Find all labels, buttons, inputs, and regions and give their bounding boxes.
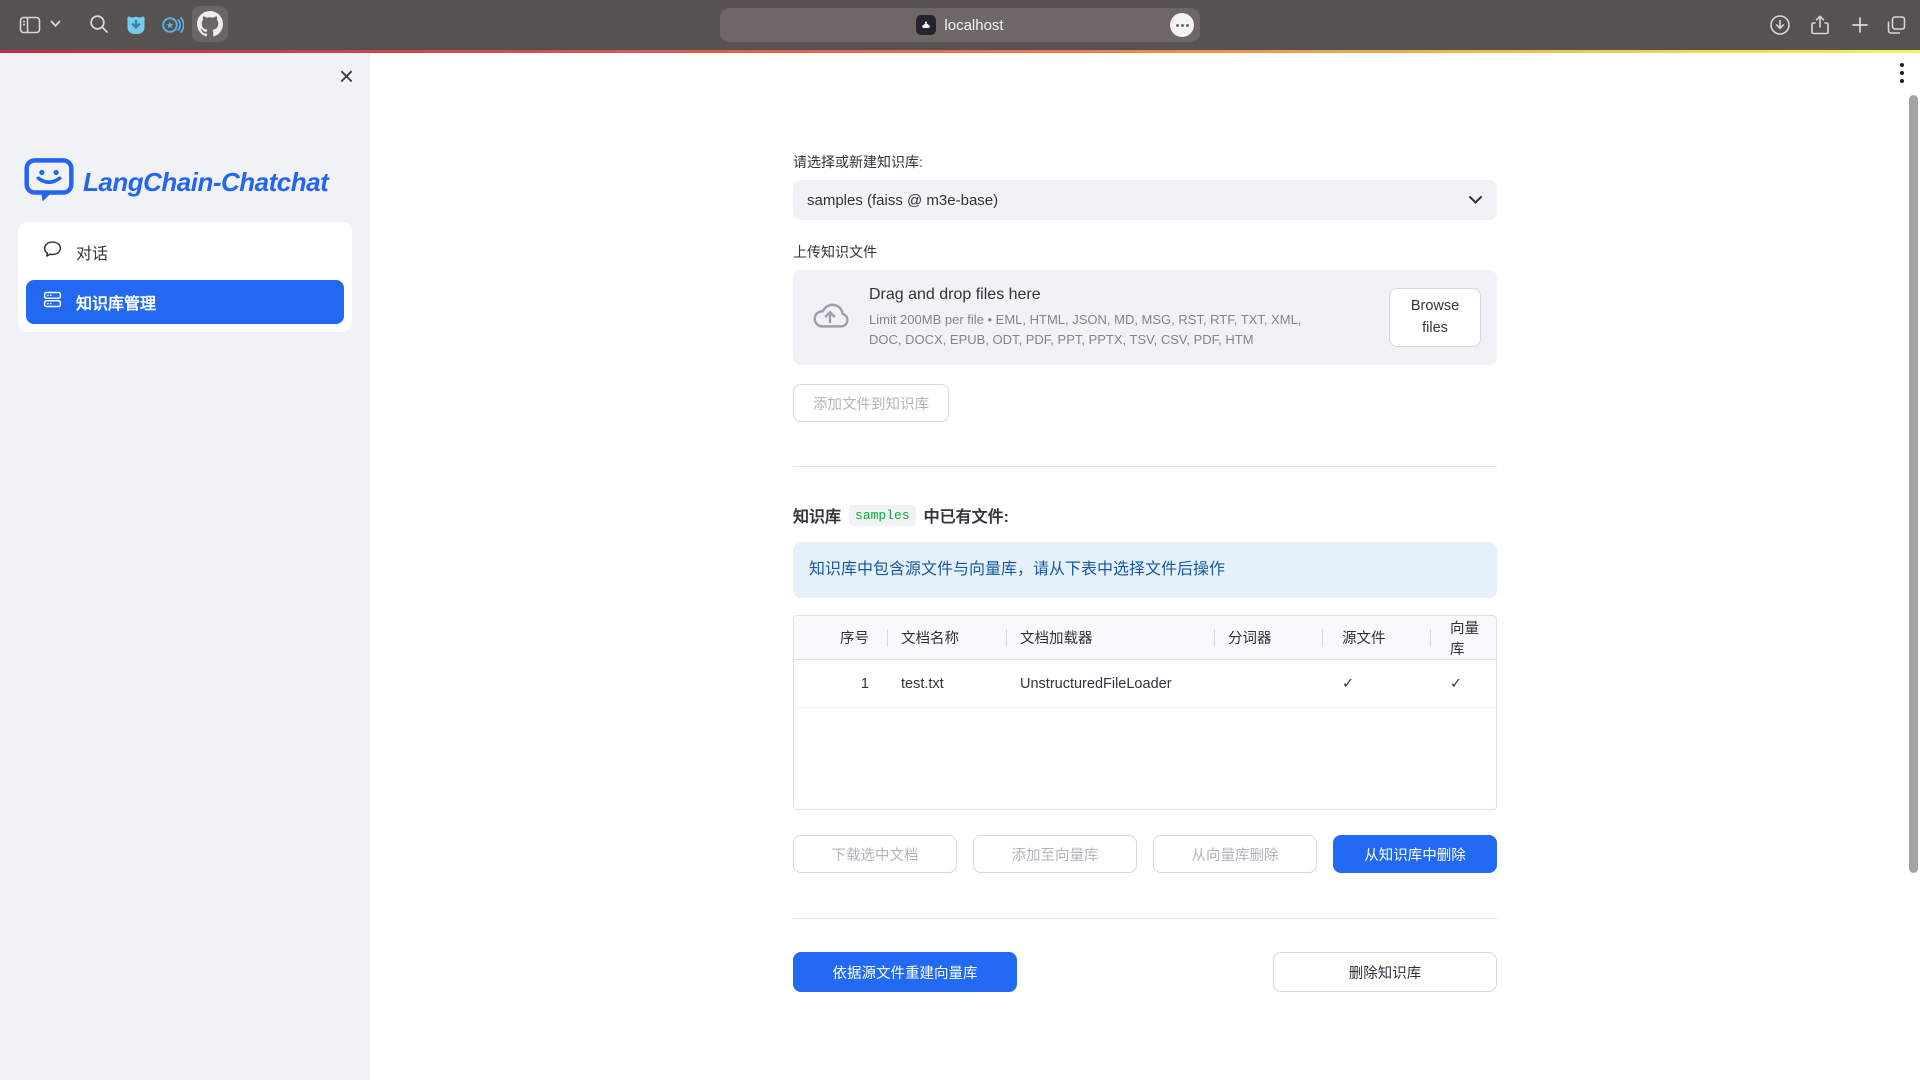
- table-header[interactable]: 源文件: [1322, 616, 1430, 659]
- cell-vector-check: ✓: [1430, 676, 1496, 692]
- cell-doc-name: test.txt: [887, 676, 1006, 692]
- sidebar-item-label: 知识库管理: [76, 290, 156, 314]
- table-header[interactable]: 向量库: [1430, 616, 1496, 659]
- table-header[interactable]: 文档加载器: [1006, 616, 1214, 659]
- chat-bubble-icon: [42, 239, 63, 265]
- address-url: localhost: [944, 17, 1003, 34]
- extension-github-chip[interactable]: [192, 6, 228, 42]
- upload-label: 上传知识文件: [793, 242, 1497, 262]
- page-options-icon[interactable]: [1170, 13, 1194, 37]
- search-icon[interactable]: [88, 13, 110, 35]
- github-icon: [197, 11, 223, 37]
- address-bar[interactable]: localhost: [720, 8, 1200, 42]
- add-files-to-kb-button[interactable]: 添加文件到知识库: [793, 384, 949, 422]
- delete-from-kb-button[interactable]: 从知识库中删除: [1333, 835, 1497, 873]
- main-content: 请选择或新建知识库: samples (faiss @ m3e-base) 上传…: [370, 53, 1920, 1080]
- download-selected-button[interactable]: 下载选中文档: [793, 835, 957, 873]
- app-logo: LangChain-Chatchat: [24, 157, 328, 208]
- logo-text: LangChain-Chatchat: [83, 167, 328, 198]
- site-favicon: [916, 15, 936, 35]
- cell-source-check: ✓: [1322, 676, 1430, 692]
- table-header-row: 序号 文档名称 文档加载器 分词器 源文件 向量库: [794, 616, 1496, 660]
- chevron-down-icon: [1468, 192, 1483, 209]
- delete-kb-button[interactable]: 删除知识库: [1273, 952, 1497, 992]
- extension-star-icon[interactable]: [160, 13, 184, 37]
- extension-cat-icon[interactable]: [124, 13, 148, 37]
- logo-chat-bubble-icon: [24, 157, 74, 208]
- kb-heading-prefix: 知识库: [793, 503, 841, 527]
- browser-toolbar: localhost: [0, 0, 1920, 50]
- rebuild-vector-store-button[interactable]: 依据源文件重建向量库: [793, 952, 1017, 992]
- kb-select-label: 请选择或新建知识库:: [793, 152, 1497, 172]
- dropzone-limit-text: Limit 200MB per file • EML, HTML, JSON, …: [869, 310, 1314, 349]
- database-icon: [42, 289, 63, 315]
- sidebar-nav: 对话 知识库管理: [18, 222, 352, 332]
- info-alert: 知识库中包含源文件与向量库，请从下表中选择文件后操作: [793, 542, 1497, 598]
- downloads-icon[interactable]: [1768, 13, 1792, 37]
- cloud-upload-icon: [809, 294, 851, 341]
- remove-from-vector-store-button[interactable]: 从向量库删除: [1153, 835, 1317, 873]
- table-header[interactable]: 序号: [794, 616, 887, 659]
- sidebar-chevron-icon[interactable]: [50, 20, 61, 28]
- kb-name-code: samples: [849, 505, 916, 526]
- sidebar-toggle-icon[interactable]: [18, 13, 42, 37]
- kb-files-table[interactable]: 序号 文档名称 文档加载器 分词器 源文件 向量库 1 test.txt Uns…: [793, 615, 1497, 810]
- dropzone-title: Drag and drop files here: [869, 286, 1361, 304]
- sidebar: × LangChain-Chatchat 对话: [0, 53, 370, 1080]
- kb-select-value: samples (faiss @ m3e-base): [807, 192, 998, 209]
- cell-loader: UnstructuredFileLoader: [1006, 676, 1214, 692]
- sidebar-item-label: 对话: [76, 240, 108, 264]
- tab-overview-icon[interactable]: [1884, 13, 1908, 37]
- table-row[interactable]: 1 test.txt UnstructuredFileLoader ✓ ✓: [794, 660, 1496, 708]
- share-icon[interactable]: [1808, 13, 1832, 37]
- app-menu-icon[interactable]: [1900, 63, 1904, 83]
- kb-files-heading: 知识库 samples 中已有文件:: [793, 503, 1497, 527]
- cell-index: 1: [794, 676, 887, 692]
- scrollbar-thumb[interactable]: [1909, 95, 1918, 873]
- divider: [793, 466, 1497, 467]
- file-actions: 下载选中文档 添加至向量库 从向量库删除 从知识库中删除: [793, 835, 1497, 873]
- kb-level-actions: 依据源文件重建向量库 删除知识库: [793, 952, 1497, 992]
- kb-select[interactable]: samples (faiss @ m3e-base): [793, 180, 1497, 220]
- sidebar-close-icon[interactable]: ×: [339, 63, 354, 89]
- table-header[interactable]: 分词器: [1214, 616, 1322, 659]
- new-tab-icon[interactable]: [1848, 13, 1872, 37]
- table-header[interactable]: 文档名称: [887, 616, 1006, 659]
- browse-files-button[interactable]: Browse files: [1389, 288, 1481, 346]
- file-dropzone[interactable]: Drag and drop files here Limit 200MB per…: [793, 270, 1497, 365]
- divider: [793, 918, 1497, 919]
- kb-heading-suffix: 中已有文件:: [924, 503, 1009, 527]
- sidebar-item-kb-management[interactable]: 知识库管理: [26, 280, 344, 324]
- add-to-vector-store-button[interactable]: 添加至向量库: [973, 835, 1137, 873]
- sidebar-item-dialogue[interactable]: 对话: [26, 230, 344, 274]
